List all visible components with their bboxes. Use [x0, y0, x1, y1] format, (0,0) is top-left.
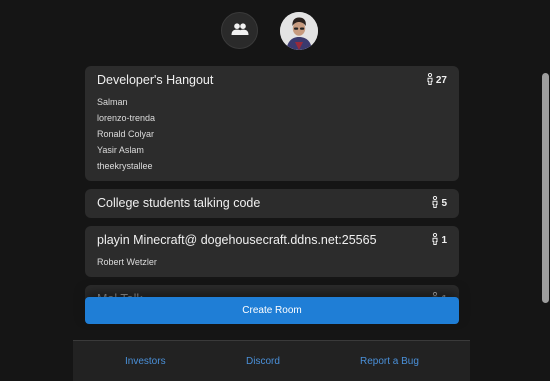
investors-link[interactable]: Investors: [125, 356, 166, 367]
participant-name: Robert Wetzler: [97, 257, 157, 267]
user-avatar[interactable]: [280, 12, 318, 50]
person-icon: [432, 195, 438, 211]
friends-button[interactable]: [221, 12, 258, 49]
room-list: Developer's Hangout 27 Salman lorenzo-tr…: [85, 66, 459, 301]
participant-name: lorenzo-trenda: [97, 113, 156, 123]
participant-count-value: 1: [441, 235, 447, 246]
participant-list: Robert Wetzler: [97, 254, 447, 270]
participant-name: Yasir Aslam: [97, 145, 144, 155]
participant-count-value: 5: [441, 198, 447, 209]
room-card[interactable]: Developer's Hangout 27 Salman lorenzo-tr…: [85, 66, 459, 181]
participant-name: Salman: [97, 97, 128, 107]
discord-link[interactable]: Discord: [246, 356, 280, 367]
scrollbar[interactable]: [542, 73, 549, 303]
create-room-button[interactable]: Create Room: [85, 297, 459, 324]
participant-name: Ronald Colyar: [97, 129, 155, 139]
participant-name: theekrystallee: [97, 161, 153, 171]
room-card[interactable]: playin Minecraft@ dogehousecraft.ddns.ne…: [85, 226, 459, 277]
report-bug-link[interactable]: Report a Bug: [360, 356, 419, 367]
participant-count: 5: [432, 195, 447, 211]
room-title: playin Minecraft@ dogehousecraft.ddns.ne…: [97, 233, 377, 247]
room-title: College students talking code: [97, 196, 261, 210]
participant-count: 27: [427, 72, 447, 88]
footer: Investors Discord Report a Bug: [73, 340, 470, 381]
people-icon: [231, 22, 249, 40]
person-icon: [432, 232, 438, 248]
room-title: Developer's Hangout: [97, 73, 214, 87]
avatar-image: [280, 12, 318, 50]
participant-list: Salman lorenzo-trenda Ronald Colyar Yasi…: [97, 94, 447, 174]
participant-count-value: 27: [435, 75, 447, 86]
app-root: Developer's Hangout 27 Salman lorenzo-tr…: [0, 0, 550, 381]
room-card[interactable]: College students talking code 5: [85, 189, 459, 218]
person-icon: [427, 72, 433, 88]
participant-count: 1: [432, 232, 447, 248]
